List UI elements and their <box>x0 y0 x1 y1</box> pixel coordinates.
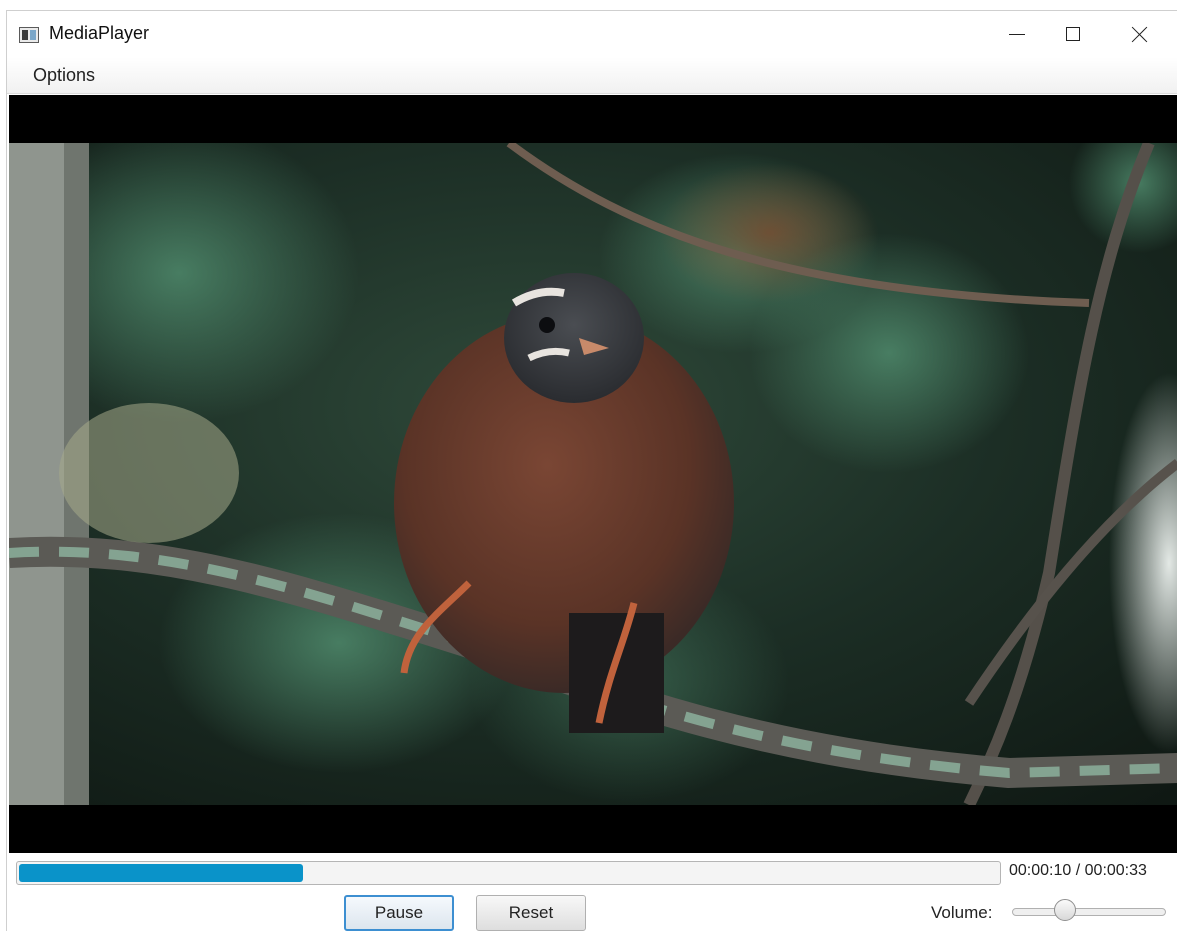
window-title: MediaPlayer <box>49 23 150 43</box>
playback-progress-fill <box>19 864 303 882</box>
media-app-icon <box>19 27 39 43</box>
menu-bar: Options <box>7 57 1177 94</box>
total-time: 00:00:33 <box>1084 862 1147 879</box>
current-time: 00:00:10 <box>1009 862 1072 879</box>
playback-progress-bar[interactable] <box>16 861 1001 885</box>
close-icon <box>1132 26 1148 42</box>
reset-button[interactable]: Reset <box>476 895 586 931</box>
menu-options[interactable]: Options <box>25 65 103 86</box>
time-separator: / <box>1075 862 1081 879</box>
volume-label: Volume: <box>931 903 993 922</box>
volume-slider-thumb[interactable] <box>1054 899 1076 921</box>
time-display: 00:00:10 / 00:00:33 <box>1009 862 1147 880</box>
volume-slider-track[interactable] <box>1012 908 1166 916</box>
close-button[interactable] <box>1117 11 1163 57</box>
media-player-window: MediaPlayer Options 00:00:10 / 00:00:33 … <box>6 10 1177 931</box>
maximize-button[interactable] <box>1050 11 1096 57</box>
maximize-icon <box>1066 27 1080 41</box>
minimize-icon <box>1009 33 1025 35</box>
title-bar[interactable]: MediaPlayer <box>7 11 1177 57</box>
pause-button[interactable]: Pause <box>344 895 454 931</box>
minimize-button[interactable] <box>994 11 1040 57</box>
video-frame-bird-on-branch <box>9 143 1177 805</box>
video-display[interactable] <box>9 95 1177 853</box>
